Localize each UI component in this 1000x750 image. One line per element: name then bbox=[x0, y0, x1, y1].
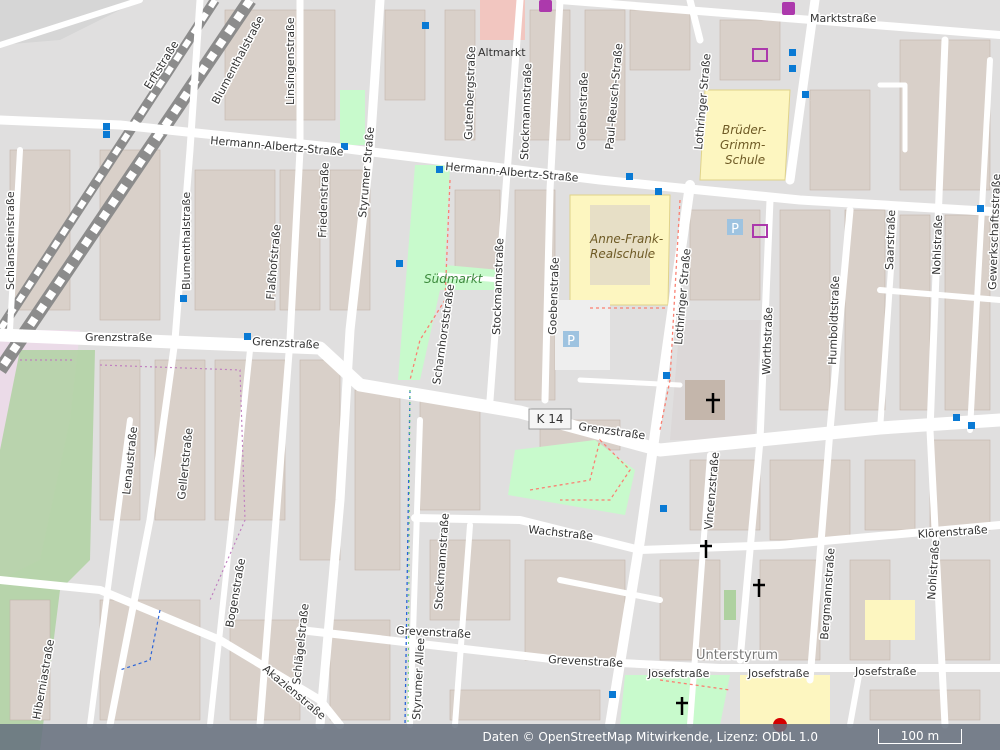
street-label: Linsingenstraße bbox=[284, 17, 297, 105]
street-label: Josefstraße bbox=[854, 665, 917, 678]
scale-bar: 100 m bbox=[878, 729, 962, 744]
school-label-line3: Schule bbox=[725, 153, 765, 167]
street-label: Wörthstraße bbox=[760, 307, 775, 375]
street-label: Marktstraße bbox=[810, 12, 877, 25]
school-area-se bbox=[865, 600, 915, 640]
school-label-line2: Grimm- bbox=[720, 138, 765, 152]
map-footer: Daten © OpenStreetMap Mitwirkende, Lizen… bbox=[0, 724, 1000, 750]
street-label: Goebenstraße bbox=[546, 257, 562, 335]
school-label-line1: Brüder- bbox=[722, 123, 766, 137]
svg-text:P: P bbox=[731, 222, 739, 237]
school-label-line1: Anne-Frank- bbox=[589, 232, 663, 246]
small-park bbox=[340, 90, 365, 145]
street-label: Blumenthalstraße bbox=[180, 192, 193, 290]
street-label: Nohlstraße bbox=[930, 214, 945, 275]
school-label-line2: Realschule bbox=[590, 247, 655, 261]
altmarkt-label: Altmarkt bbox=[478, 46, 526, 59]
road-ref: K 14 bbox=[537, 412, 564, 426]
map-svg: K 14 P P Marktstraße Erftstraße Blumenth… bbox=[0, 0, 1000, 750]
street-label: Saarstraße bbox=[883, 209, 898, 270]
school-area-bottom bbox=[740, 675, 830, 725]
street-label: Goebenstraße bbox=[575, 72, 591, 150]
district-label: Unterstyrum bbox=[696, 648, 778, 663]
street-label: Josefstraße bbox=[647, 667, 710, 680]
street-label: Grenzstraße bbox=[85, 331, 153, 344]
map-canvas[interactable]: K 14 P P Marktstraße Erftstraße Blumenth… bbox=[0, 0, 1000, 750]
attribution-text[interactable]: Daten © OpenStreetMap Mitwirkende, Lizen… bbox=[482, 730, 818, 744]
svg-text:P: P bbox=[567, 334, 575, 349]
street-label: Schlansteinstraße bbox=[4, 191, 17, 290]
street-label: Josefstraße bbox=[747, 667, 810, 680]
sport-pitch bbox=[724, 590, 736, 620]
suedmarkt-label: Südmarkt bbox=[424, 272, 484, 286]
street-label: Friedenstraße bbox=[316, 162, 332, 238]
church-park bbox=[620, 675, 730, 725]
